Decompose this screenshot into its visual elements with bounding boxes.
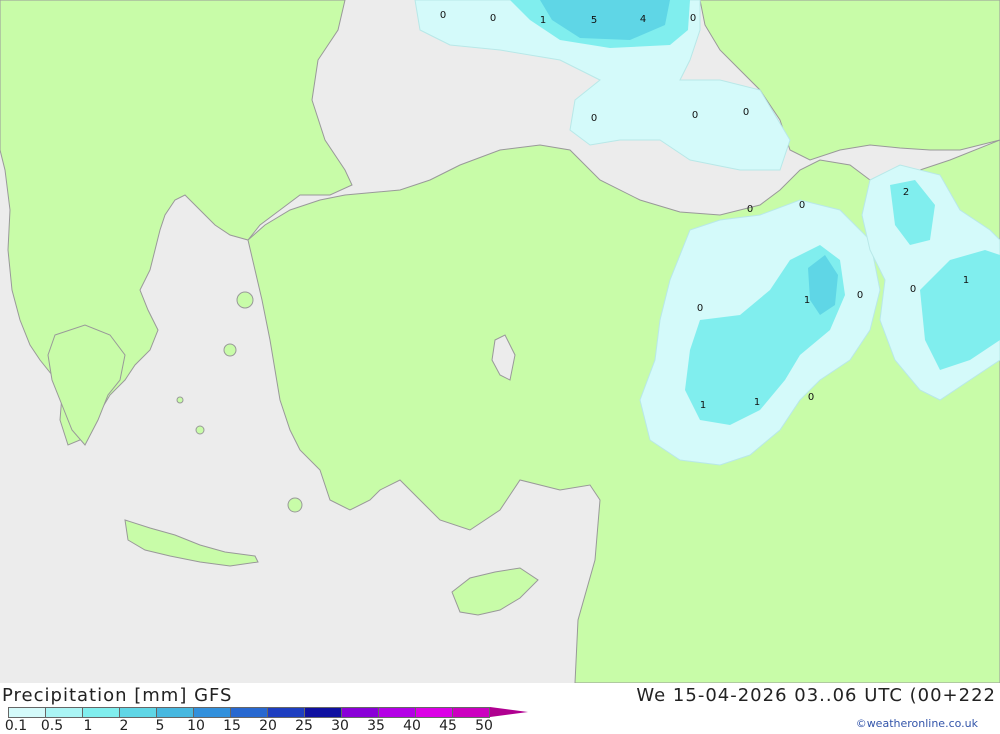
legend-footer: Precipitation [mm] GFS We 15-04-2026 03.… (0, 683, 1000, 734)
scale-segment (304, 707, 342, 718)
precipitation-map: 0 0 1 5 4 0 0 0 0 0 0 2 0 1 0 0 1 1 1 0 (0, 0, 1000, 683)
contour-label: 4 (640, 14, 646, 25)
contour-label: 0 (690, 13, 696, 24)
scale-segment (341, 707, 379, 718)
credit-link[interactable]: ©weatheronline.co.uk (856, 717, 978, 730)
contour-label: 0 (808, 392, 814, 403)
contour-label: 1 (754, 397, 760, 408)
scale-segment (8, 707, 46, 718)
scale-tick-label: 45 (439, 718, 457, 734)
contour-label: 1 (804, 295, 810, 306)
contour-label: 0 (697, 303, 703, 314)
contour-label: 2 (903, 187, 909, 198)
contour-label: 0 (692, 110, 698, 121)
contour-label: 0 (799, 200, 805, 211)
scale-segment (378, 707, 416, 718)
scale-tick-label: 40 (403, 718, 421, 734)
contour-label: 5 (591, 15, 597, 26)
land-island-4 (195, 425, 205, 435)
land-island-5 (176, 396, 184, 404)
contour-label: 0 (440, 10, 446, 21)
scale-segment (452, 707, 490, 718)
scale-tick-label: 0.5 (40, 718, 64, 734)
contour-label: 0 (910, 284, 916, 295)
scale-tick-label: 25 (295, 718, 313, 734)
scale-tick-label: 50 (475, 718, 493, 734)
scale-segment (45, 707, 83, 718)
scale-arrow (490, 707, 528, 717)
scale-segment (193, 707, 231, 718)
scale-segment (82, 707, 120, 718)
land-island-1 (236, 291, 254, 309)
scale-tick-label: 15 (223, 718, 241, 734)
map-title: Precipitation [mm] GFS (2, 685, 233, 706)
scale-tick-label: 10 (187, 718, 205, 734)
scale-tick-label: 1 (83, 718, 93, 734)
scale-tick-label: 5 (155, 718, 165, 734)
land-island-3 (287, 497, 303, 513)
color-scale (8, 707, 528, 718)
scale-segment (119, 707, 157, 718)
forecast-datetime: We 15-04-2026 03..06 UTC (00+222 (636, 685, 996, 706)
scale-segment (267, 707, 305, 718)
contour-label: 0 (490, 13, 496, 24)
contour-label: 0 (743, 107, 749, 118)
land-island-2 (223, 343, 237, 357)
scale-tick-label: 30 (331, 718, 349, 734)
contour-label: 1 (963, 275, 969, 286)
contour-label: 0 (747, 204, 753, 215)
scale-tick-label: 35 (367, 718, 385, 734)
scale-tick-label: 20 (259, 718, 277, 734)
scale-segment (230, 707, 268, 718)
contour-label: 1 (540, 15, 546, 26)
contour-label: 0 (857, 290, 863, 301)
scale-segment (415, 707, 453, 718)
scale-tick-label: 0.1 (4, 718, 28, 734)
scale-ticks: 0.1 0.5 1 2 5 10 15 20 25 30 35 40 45 50 (0, 718, 540, 734)
contour-label: 0 (591, 113, 597, 124)
contour-label: 1 (700, 400, 706, 411)
scale-tick-label: 2 (119, 718, 129, 734)
scale-segment (156, 707, 194, 718)
